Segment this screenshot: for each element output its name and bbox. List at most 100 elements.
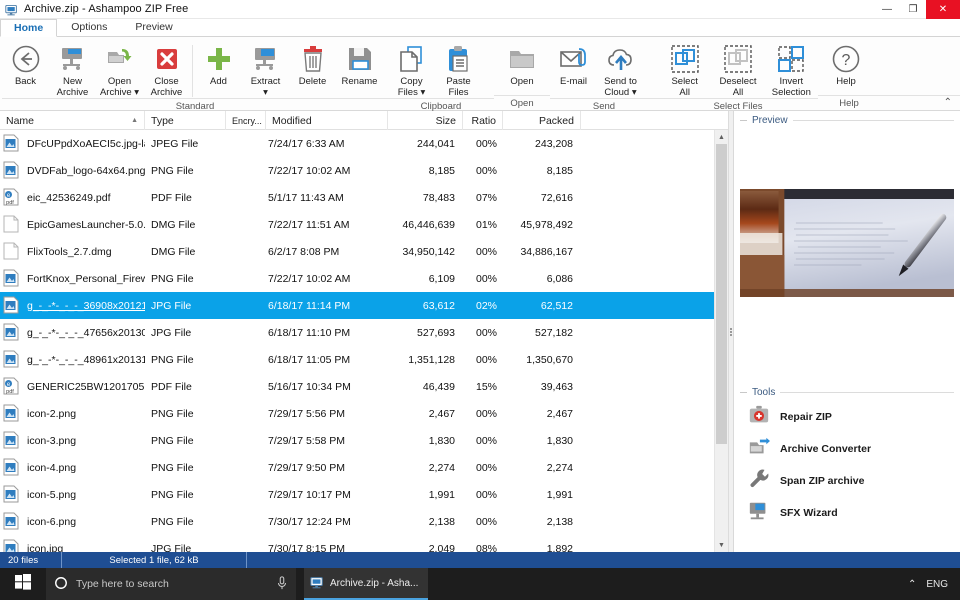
tab-preview[interactable]: Preview <box>121 18 186 36</box>
table-row[interactable]: epdf GENERIC25BW1201705160... PDF File 5/16… <box>0 373 714 400</box>
file-list-scrollbar[interactable]: ▲ ▼ <box>714 130 728 552</box>
cell-size: 46,439 <box>422 380 455 393</box>
cell-packed: 1,892 <box>546 542 573 553</box>
select-all-button[interactable]: Select All <box>658 41 711 98</box>
table-row[interactable]: icon.jpg JPG File 7/30/17 8:15 PM 2,049 08% 1… <box>0 535 714 552</box>
app-archive-icon <box>310 575 324 592</box>
cell-packed: 34,886,167 <box>520 245 573 258</box>
cell-name: g_-_-*-_-_-_36908x20121023... <box>0 296 145 316</box>
minimize-button[interactable]: — <box>874 0 900 19</box>
tool-repair-zip[interactable]: Repair ZIP <box>740 401 954 433</box>
email-button[interactable]: E-mail <box>550 41 597 88</box>
open-button[interactable]: Open <box>494 41 550 88</box>
taskbar-item-ashampoo-zip[interactable]: Archive.zip - Asha... <box>304 568 428 600</box>
application-window: Archive.zip - Ashampoo ZIP Free — ❐ ✕ Ho… <box>0 0 960 568</box>
splitter-dot <box>730 330 732 333</box>
table-row[interactable]: g_-_-*-_-_-_36908x20121023... JPG File 6/1… <box>0 292 714 319</box>
send-to-cloud-button[interactable]: Send to Cloud ▾ <box>597 41 644 98</box>
file-name-text: g_-_-*-_-_-_36908x20121023... <box>27 299 145 312</box>
trash-icon <box>298 43 328 75</box>
tab-options[interactable]: Options <box>57 18 121 36</box>
restore-button[interactable]: ❐ <box>900 0 926 19</box>
cell-packed: 72,616 <box>540 191 573 204</box>
rename-button[interactable]: Rename <box>336 41 383 88</box>
paste-files-button[interactable]: Paste Files <box>435 41 482 98</box>
copy-files-button[interactable]: Copy Files ▾ <box>388 41 435 98</box>
microphone-icon[interactable] <box>276 575 288 593</box>
scrollbar-thumb[interactable] <box>716 144 727 444</box>
file-name-text: icon-5.png <box>27 488 77 501</box>
cell-name: FortKnox_Personal_Firewall-6... <box>0 269 145 289</box>
window-title: Archive.zip - Ashampoo ZIP Free <box>24 3 189 15</box>
invert-selection-button[interactable]: Invert Selection <box>765 41 818 98</box>
deselect-all-button[interactable]: Deselect All <box>711 41 764 98</box>
cloud-upload-icon <box>606 43 636 75</box>
scroll-down-arrow-icon[interactable]: ▼ <box>715 538 728 552</box>
extract-button[interactable]: Extract ▾ <box>242 41 289 98</box>
image-file-icon <box>3 512 21 532</box>
close-archive-label: Close Archive <box>150 76 183 98</box>
tab-home[interactable]: Home <box>0 19 58 37</box>
back-button[interactable]: Back <box>2 41 49 88</box>
splitter-dot <box>730 333 732 336</box>
language-indicator[interactable]: ENG <box>926 579 948 590</box>
scrollbar-track[interactable] <box>715 144 728 538</box>
ribbon-tabstrip: Home Options Preview <box>0 19 960 37</box>
table-row[interactable]: FlixTools_2.7.dmg DMG File 6/2/17 8:08 PM 3… <box>0 238 714 265</box>
table-row[interactable]: icon-4.png PNG File 7/29/17 9:50 PM 2,274 00… <box>0 454 714 481</box>
help-button[interactable]: ? Help <box>818 41 874 88</box>
table-row[interactable]: FortKnox_Personal_Firewall-6... PNG File 7… <box>0 265 714 292</box>
cell-size: 2,138 <box>428 515 455 528</box>
tool-span-zip-archive[interactable]: Span ZIP archive <box>740 465 954 497</box>
cell-type: PNG File <box>151 164 194 177</box>
delete-button[interactable]: Delete <box>289 41 336 88</box>
close-archive-button[interactable]: Close Archive <box>143 41 190 98</box>
cell-name: icon-2.png <box>0 404 145 424</box>
cell-size: 1,351,128 <box>408 353 455 366</box>
invert-selection-icon <box>776 43 806 75</box>
table-row[interactable]: icon-5.png PNG File 7/29/17 10:17 PM 1,991 0… <box>0 481 714 508</box>
table-row[interactable]: e pdf eic_42536249.pdf PDF File 5/1/17 11:43… <box>0 184 714 211</box>
column-header-ratio[interactable]: Ratio <box>463 111 503 130</box>
table-row[interactable]: DVDFab_logo-64x64.png PNG File 7/22/17 10:… <box>0 157 714 184</box>
cell-ratio: 07% <box>475 191 497 204</box>
table-row[interactable]: icon-6.png PNG File 7/30/17 12:24 PM 2,138 0… <box>0 508 714 535</box>
close-button[interactable]: ✕ <box>926 0 960 19</box>
tool-archive-converter[interactable]: Archive Converter <box>740 433 954 465</box>
ribbon-group-standard: Back New Archive Open Archive ▾ Close Ar… <box>2 37 388 112</box>
cell-type: PDF File <box>151 191 192 204</box>
cell-packed: 1,991 <box>546 488 573 501</box>
open-archive-button[interactable]: Open Archive ▾ <box>96 41 143 98</box>
table-row[interactable]: EpicGamesLauncher-5.0.1-3... DMG File 7/22… <box>0 211 714 238</box>
new-archive-button[interactable]: New Archive <box>49 41 96 98</box>
cell-ratio: 00% <box>475 434 497 447</box>
table-row[interactable]: icon-3.png PNG File 7/29/17 5:58 PM 1,830 00… <box>0 427 714 454</box>
tray-chevron-up-icon[interactable]: ⌃ <box>908 579 916 590</box>
cell-modified: 7/22/17 10:02 AM <box>268 164 351 177</box>
start-button[interactable] <box>0 568 46 600</box>
cell-ratio: 00% <box>475 353 497 366</box>
cell-packed: 243,208 <box>535 137 573 150</box>
tool-sfx-wizard[interactable]: SFX Wizard <box>740 497 954 529</box>
file-name-text: FlixTools_2.7.dmg <box>27 245 112 258</box>
table-row[interactable]: g_-_-*-_-_-_48961x20131031... PNG File 6/1… <box>0 346 714 373</box>
file-name-text: icon-6.png <box>27 515 77 528</box>
chevron-up-icon[interactable]: ⌃ <box>944 97 952 108</box>
deselect-all-icon <box>723 43 753 75</box>
column-header-modified[interactable]: Modified <box>266 111 388 130</box>
cell-ratio: 00% <box>475 488 497 501</box>
add-button[interactable]: Add <box>195 41 242 88</box>
cell-name: DFcUPpdXoAECI5c.jpg-large... <box>0 134 145 154</box>
column-header-encryption[interactable]: Encry... <box>226 111 266 130</box>
column-header-name[interactable]: Name ▲ <box>0 111 145 130</box>
cell-packed: 2,138 <box>546 515 573 528</box>
table-row[interactable]: DFcUPpdXoAECI5c.jpg-large... JPEG File 7/2… <box>0 130 714 157</box>
scroll-up-arrow-icon[interactable]: ▲ <box>715 130 728 144</box>
svg-text:?: ? <box>842 52 851 69</box>
table-row[interactable]: icon-2.png PNG File 7/29/17 5:56 PM 2,467 00… <box>0 400 714 427</box>
column-header-packed[interactable]: Packed <box>503 111 581 130</box>
table-row[interactable]: g_-_-*-_-_-_47656x20130912... JPG File 6/1… <box>0 319 714 346</box>
ribbon-separator <box>192 45 193 97</box>
cell-size: 78,483 <box>422 191 455 204</box>
search-input[interactable]: Type here to search <box>46 568 296 600</box>
